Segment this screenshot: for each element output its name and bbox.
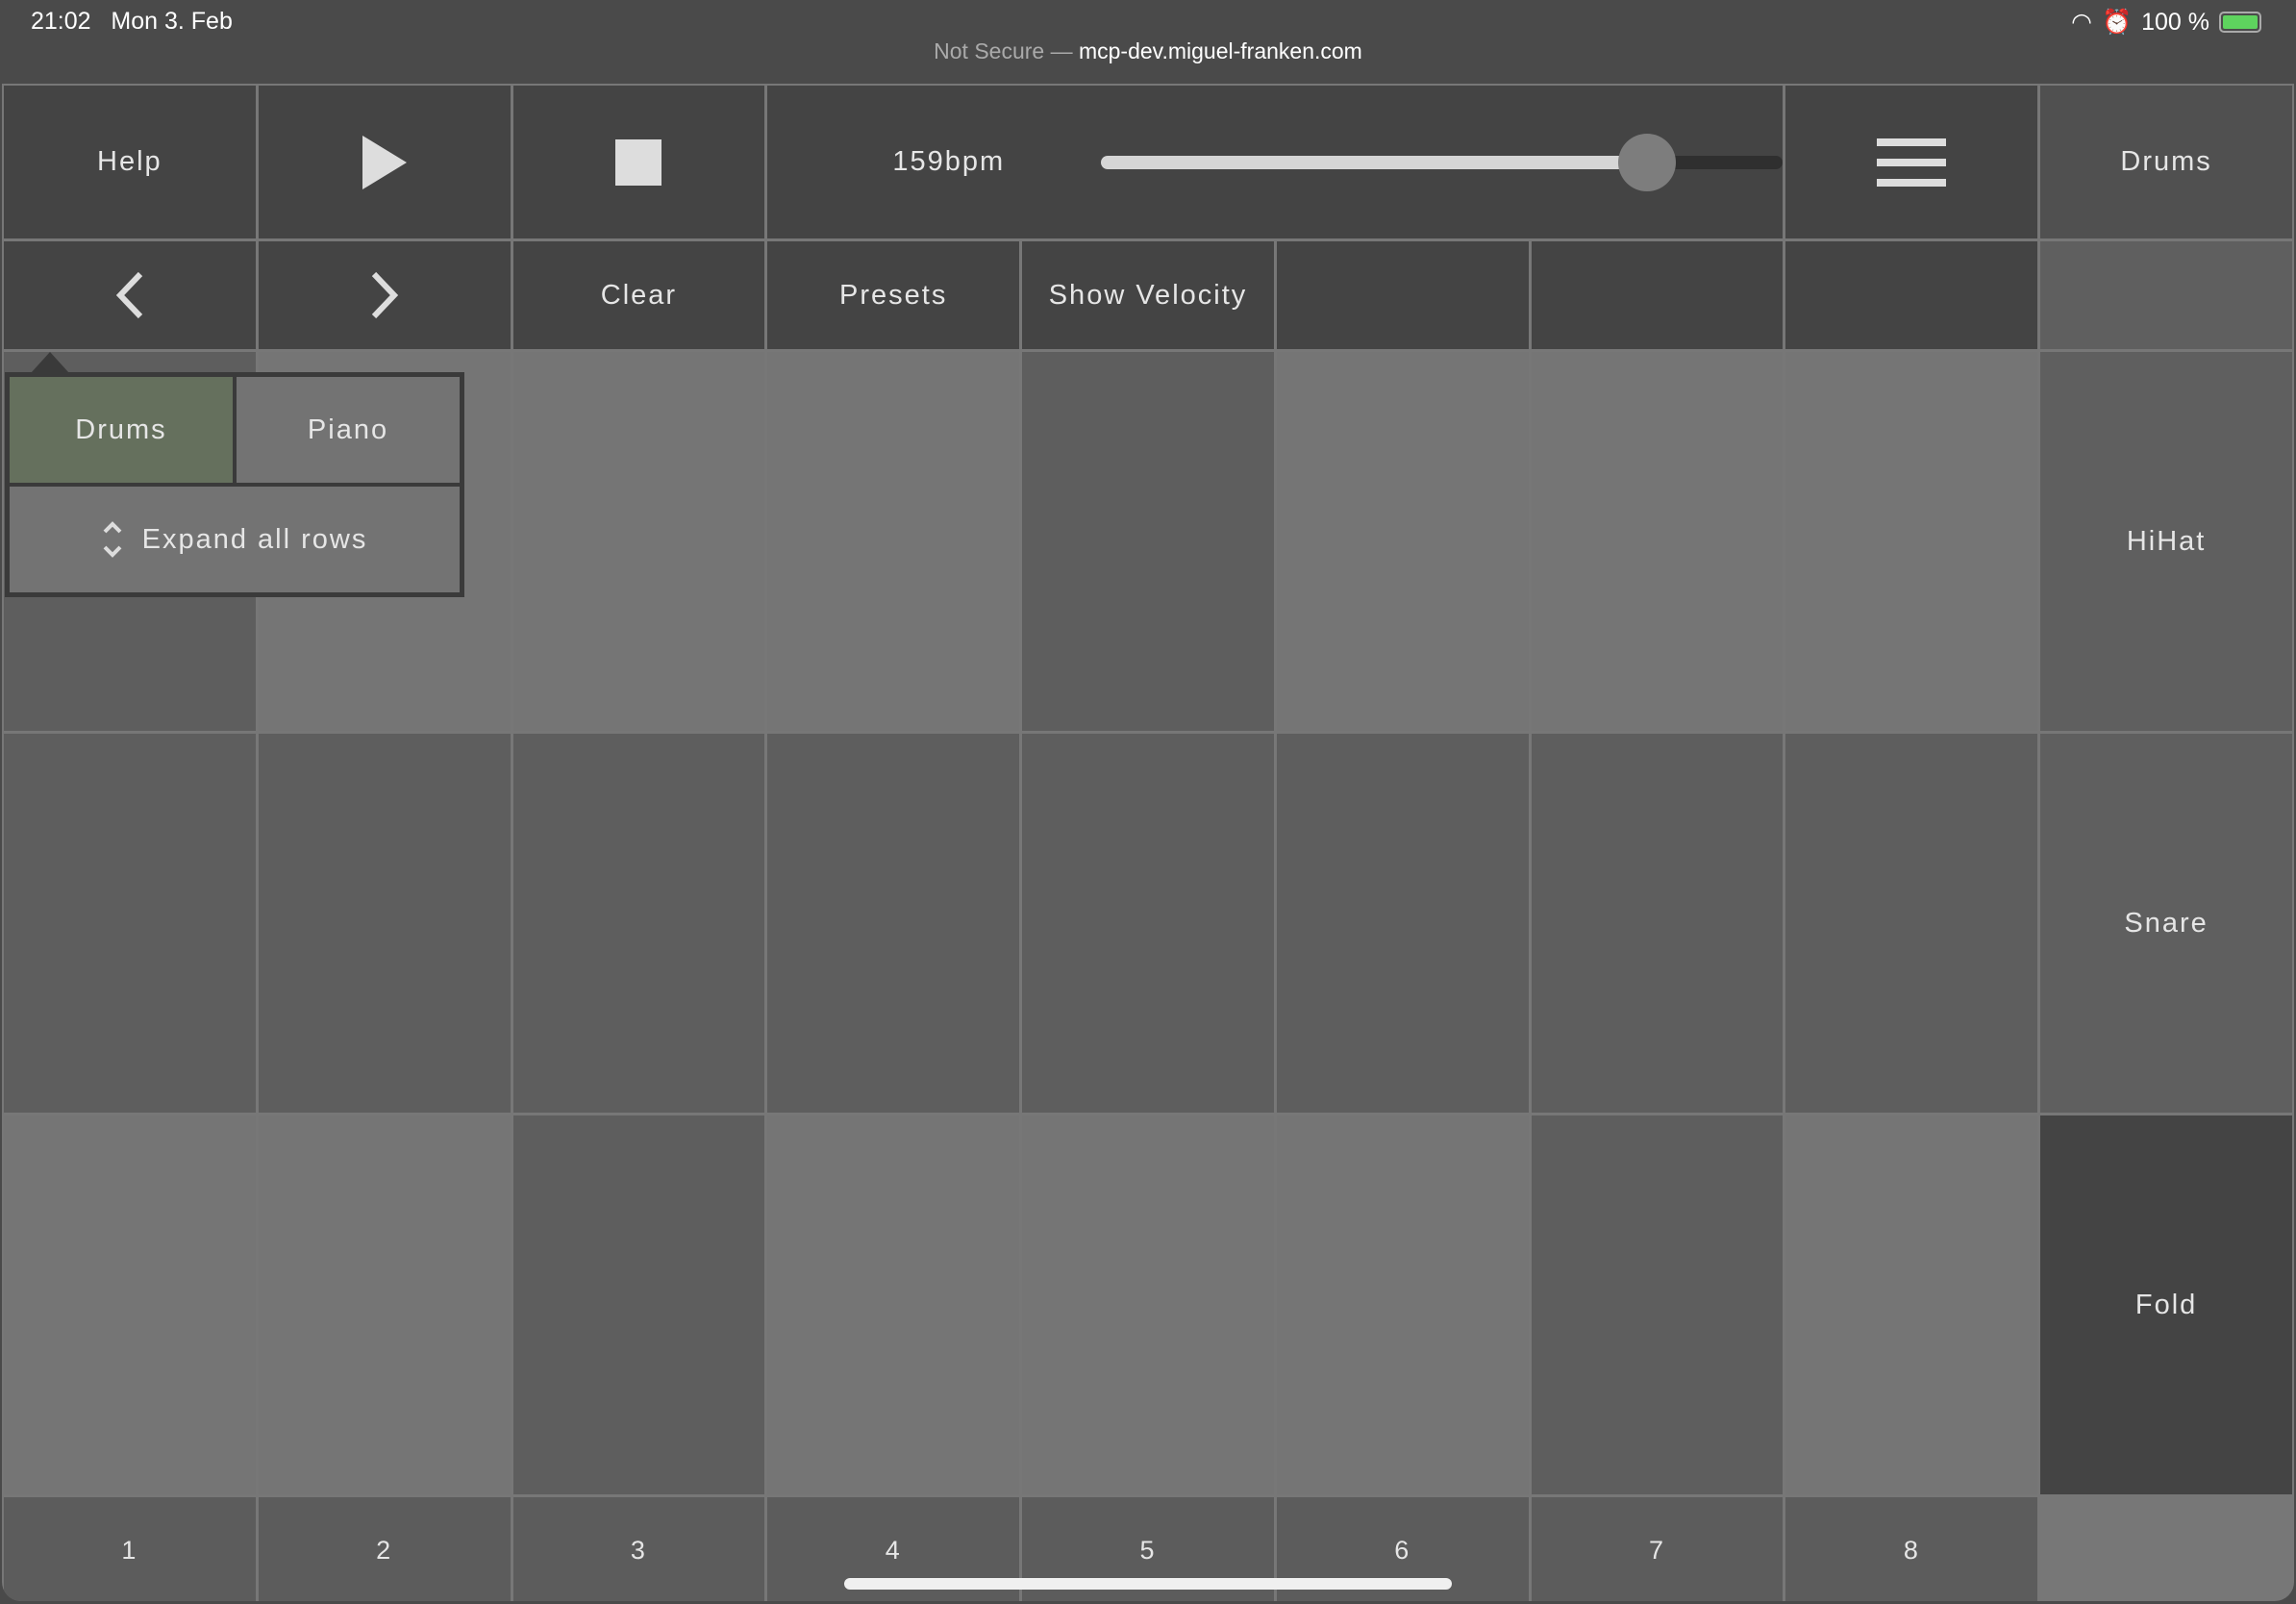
battery-percent: 100 % — [2141, 8, 2209, 36]
step-cell[interactable] — [512, 352, 765, 731]
hamburger-icon — [1877, 138, 1947, 187]
option-drums[interactable]: Drums — [10, 377, 233, 483]
step-cell[interactable] — [1531, 352, 1784, 731]
sequencer: Help 159bpm Drums Clear Presets Show Vel… — [2, 84, 2294, 1601]
instrument-popover: Drums Piano Expand all rows — [5, 372, 464, 597]
expand-label: Expand all rows — [141, 523, 368, 555]
play-icon — [362, 135, 407, 189]
step-cell[interactable] — [1531, 1115, 1784, 1494]
step-cell[interactable] — [258, 1115, 511, 1494]
step-number: 2 — [258, 1497, 511, 1601]
menu-button[interactable] — [1785, 86, 2038, 238]
play-button[interactable] — [258, 86, 511, 238]
step-cell[interactable] — [1785, 734, 2038, 1113]
home-indicator[interactable] — [844, 1578, 1452, 1590]
step-cell[interactable] — [767, 1115, 1020, 1494]
address-bar[interactable]: Not Secure — mcp-dev.miguel-franken.com — [0, 38, 2296, 64]
step-cell[interactable] — [1276, 352, 1529, 731]
expand-icon — [103, 521, 122, 558]
system-icons: ◠ ⏰ 100 % — [2071, 8, 2261, 37]
step-cell[interactable] — [1022, 734, 1274, 1113]
chevron-left-icon — [115, 271, 143, 319]
step-cell[interactable] — [1276, 734, 1529, 1113]
step-cell[interactable] — [4, 734, 256, 1113]
step-cell[interactable] — [512, 1115, 765, 1494]
help-button[interactable]: Help — [4, 86, 256, 238]
presets-button[interactable]: Presets — [767, 241, 1020, 349]
step-cell[interactable] — [1785, 1115, 2038, 1494]
popover-arrow — [31, 352, 69, 373]
empty-toolbar-cell — [1531, 241, 1784, 349]
step-cell[interactable] — [258, 734, 511, 1113]
stop-icon — [615, 138, 662, 186]
fold-button[interactable]: Fold — [2040, 1115, 2292, 1494]
instrument-button[interactable]: Drums — [2040, 86, 2292, 238]
empty-toolbar-cell — [1276, 241, 1529, 349]
stop-button[interactable] — [512, 86, 765, 238]
wifi-icon: ◠ — [2071, 9, 2092, 36]
url: mcp-dev.miguel-franken.com — [1078, 38, 1362, 63]
date: Mon 3. Feb — [111, 8, 233, 35]
chevron-right-icon — [371, 271, 398, 319]
step-cell[interactable] — [1276, 1115, 1529, 1494]
status-bar: 21:02 Mon 3. Feb Not Secure — mcp-dev.mi… — [0, 0, 2296, 83]
bpm-label: 159bpm — [892, 146, 1006, 177]
step-cell[interactable] — [4, 1115, 256, 1494]
row-label[interactable]: HiHat — [2040, 352, 2292, 731]
step-cell[interactable] — [767, 734, 1020, 1113]
alarm-icon: ⏰ — [2101, 8, 2133, 36]
clock: 21:02 Mon 3. Feb — [31, 8, 233, 36]
slider-thumb[interactable] — [1617, 133, 1676, 191]
security-label: Not Secure — — [934, 38, 1073, 63]
step-cell[interactable] — [1022, 352, 1274, 731]
step-number: 7 — [1531, 1497, 1784, 1601]
step-cell[interactable] — [1022, 1115, 1274, 1494]
step-number: 3 — [512, 1497, 765, 1601]
battery-icon — [2219, 12, 2261, 33]
expand-all-rows-button[interactable]: Expand all rows — [10, 487, 460, 592]
next-button[interactable] — [258, 241, 511, 349]
step-cell[interactable] — [1785, 352, 2038, 731]
tempo-control: 159bpm — [767, 86, 1784, 238]
tempo-slider[interactable] — [1101, 133, 1784, 191]
step-number: 8 — [1785, 1497, 2038, 1601]
row-label[interactable] — [2040, 241, 2292, 349]
clear-button[interactable]: Clear — [512, 241, 765, 349]
time: 21:02 — [31, 8, 91, 35]
empty-toolbar-cell — [1785, 241, 2038, 349]
step-cell[interactable] — [1531, 734, 1784, 1113]
step-cell[interactable] — [512, 734, 765, 1113]
prev-button[interactable] — [4, 241, 256, 349]
step-cell[interactable] — [767, 352, 1020, 731]
option-piano[interactable]: Piano — [237, 377, 460, 483]
step-number: 1 — [4, 1497, 256, 1601]
show-velocity-button[interactable]: Show Velocity — [1022, 241, 1274, 349]
row-label[interactable]: Snare — [2040, 734, 2292, 1113]
